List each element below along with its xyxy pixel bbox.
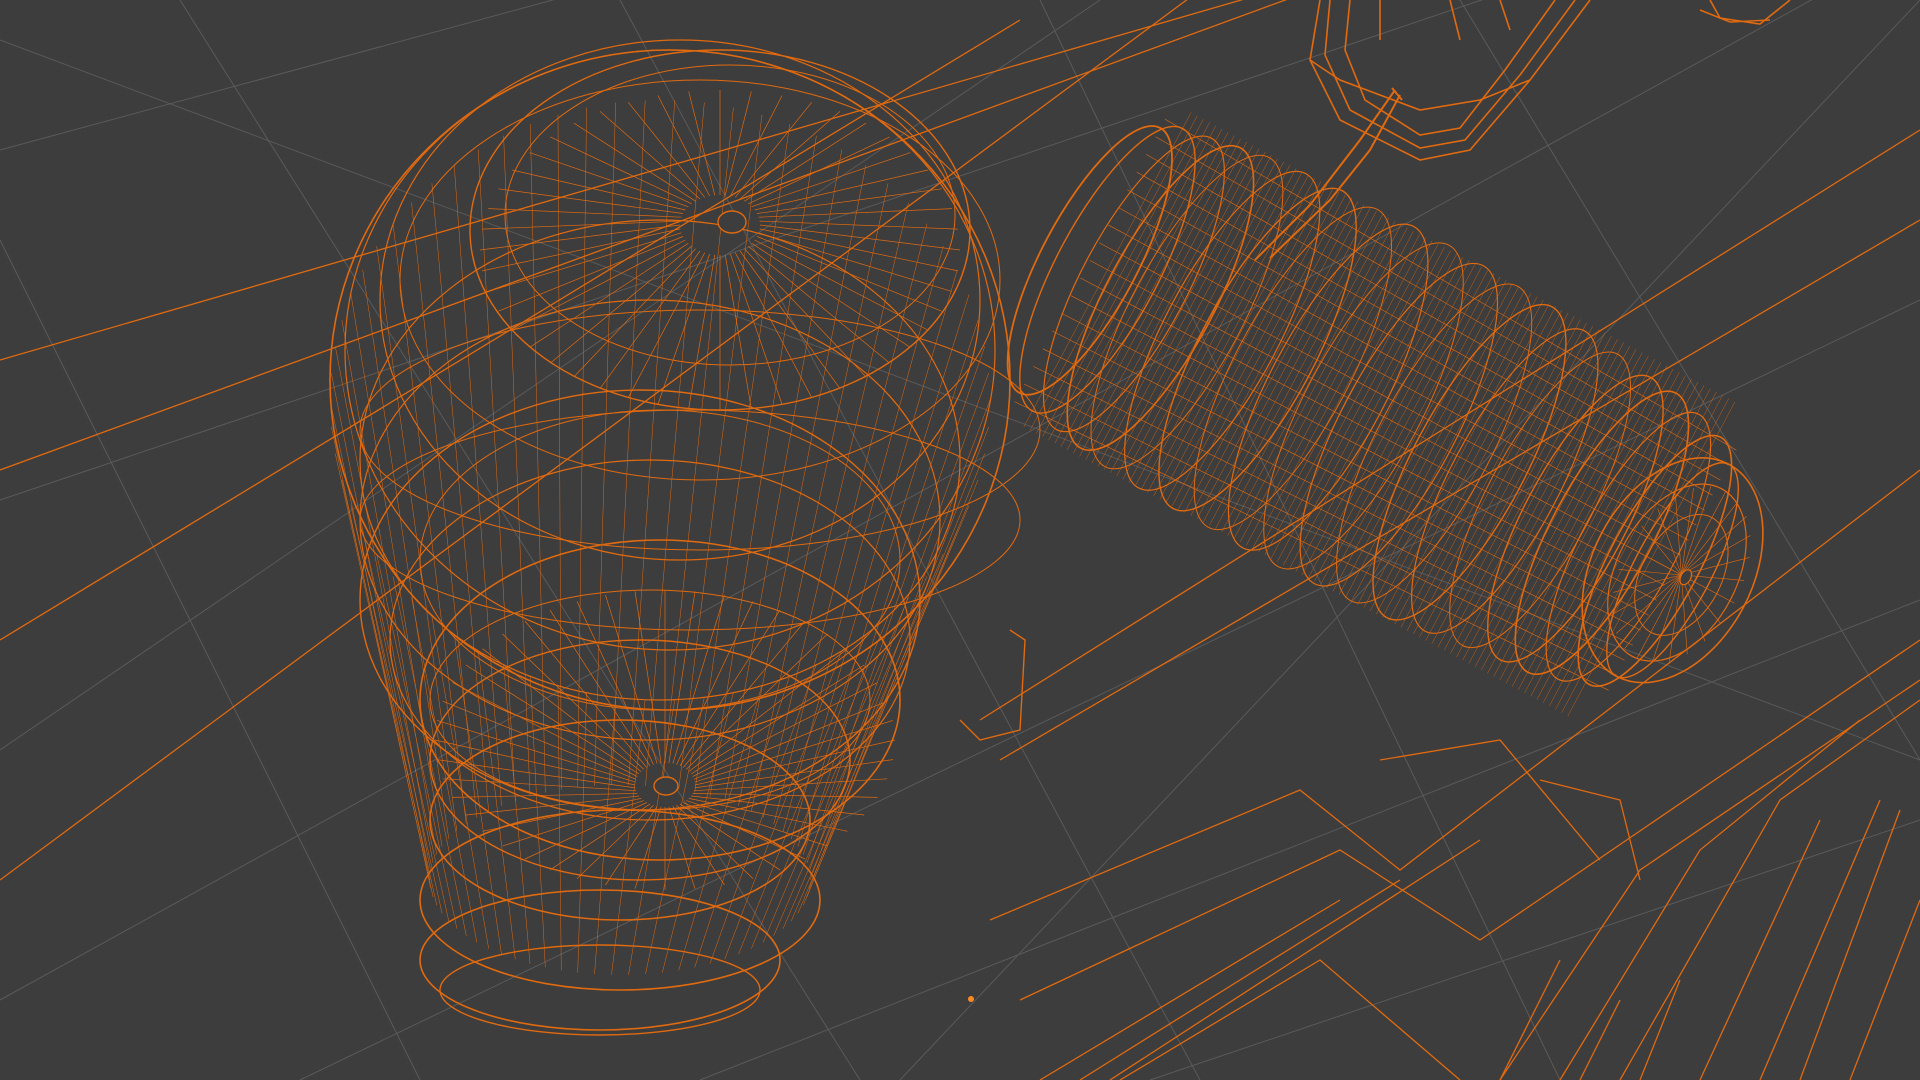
lens-zoom-wireframe[interactable] — [962, 77, 1829, 768]
camera-body-wireframe[interactable] — [1309, 0, 1791, 161]
lens-large-wireframe[interactable] — [329, 39, 1041, 1036]
3d-viewport[interactable] — [0, 0, 1920, 1080]
box-wireframe[interactable] — [0, 0, 1920, 1080]
wireframe-scene[interactable] — [0, 0, 1920, 1080]
origin-point — [968, 996, 974, 1002]
floor-grid — [0, 0, 1920, 1080]
